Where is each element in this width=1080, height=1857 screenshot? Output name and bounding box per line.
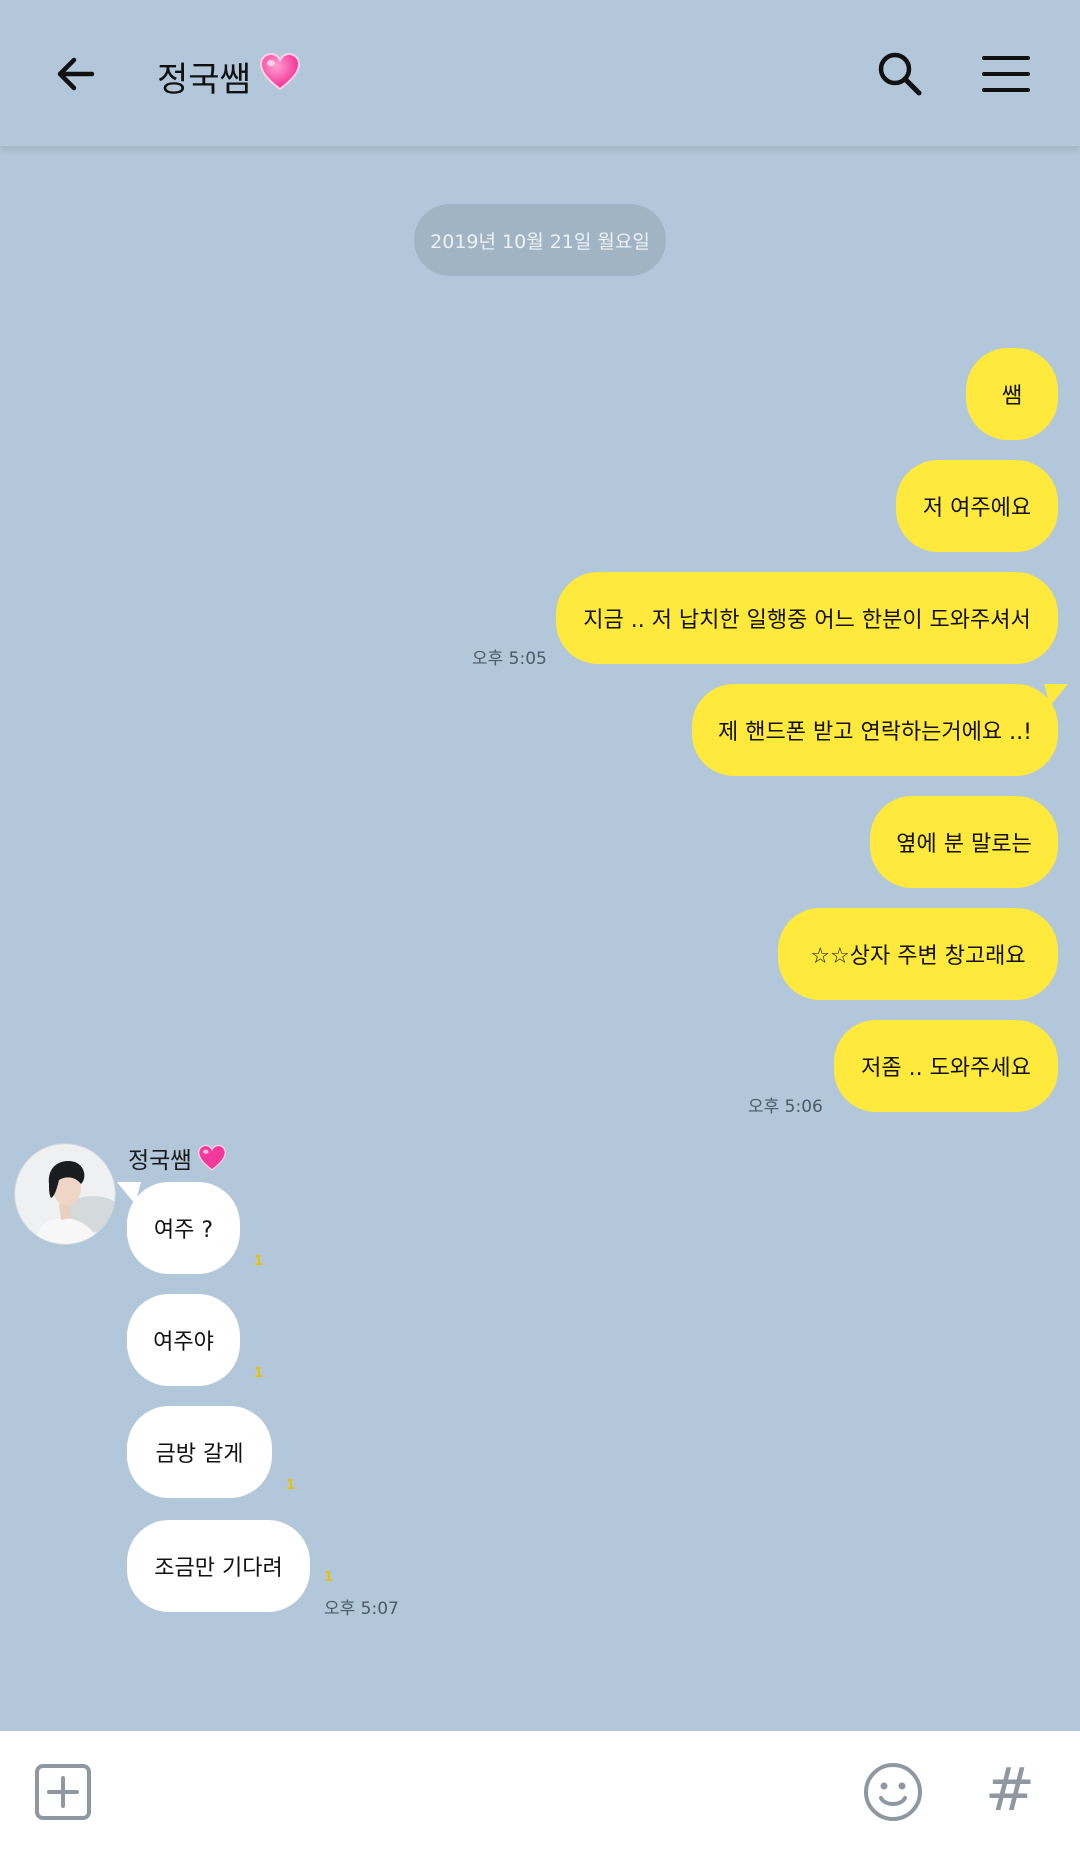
date-divider: 2019년 10월 21일 월요일	[414, 204, 666, 276]
my-message-bubble[interactable]: ☆☆상자 주변 창고래요	[778, 908, 1058, 1000]
emoji-button[interactable]	[862, 1761, 924, 1823]
heart-emoji-icon	[259, 52, 301, 101]
message-text: 제 핸드폰 받고 연락하는거에요 ..!	[718, 720, 1032, 745]
avatar[interactable]	[14, 1143, 116, 1245]
sender-name: 정국쌤	[128, 1140, 227, 1176]
message-text: 옆에 분 말로는	[896, 832, 1032, 857]
unread-count: 1	[254, 1366, 264, 1381]
my-message-bubble[interactable]: 쌤	[966, 348, 1058, 440]
chat-header: 정국쌤	[0, 0, 1080, 147]
bubble-tail	[1044, 684, 1068, 706]
message-text: 여주야	[153, 1330, 214, 1355]
plus-square-icon	[35, 1764, 91, 1820]
search-icon	[878, 52, 922, 96]
message-time: 오후 5:05	[472, 649, 547, 669]
back-button[interactable]	[46, 44, 106, 104]
message-text: 쌤	[1001, 384, 1023, 409]
message-text: 지금 .. 저 납치한 일행중 어느 한분이 도와주셔서	[583, 608, 1031, 633]
message-text: 저좀 .. 도와주세요	[861, 1056, 1031, 1081]
smiley-icon	[864, 1763, 922, 1821]
heart-emoji-icon	[198, 1144, 227, 1171]
my-message-bubble[interactable]: 저 여주에요	[896, 460, 1058, 552]
arrow-left-icon	[57, 57, 95, 91]
unread-count: 1	[254, 1254, 264, 1269]
my-message-bubble[interactable]: 지금 .. 저 납치한 일행중 어느 한분이 도와주셔서	[556, 572, 1058, 664]
message-text: ☆☆상자 주변 창고래요	[810, 944, 1026, 969]
their-message-bubble[interactable]: 여주 ?	[117, 1182, 240, 1274]
message-text: 여주 ?	[153, 1218, 214, 1243]
message-text: 금방 갈게	[155, 1442, 244, 1467]
message-text: 저 여주에요	[922, 496, 1032, 521]
message-time: 오후 5:06	[748, 1097, 823, 1117]
my-message-bubble[interactable]: 제 핸드폰 받고 연락하는거에요 ..!	[692, 684, 1068, 776]
their-message-bubble[interactable]: 여주야	[127, 1294, 240, 1386]
their-message-bubble[interactable]: 금방 갈게	[127, 1406, 272, 1498]
search-button[interactable]	[870, 44, 930, 104]
message-time: 오후 5:07	[324, 1599, 399, 1619]
unread-count: 1	[324, 1570, 334, 1585]
hamburger-menu-icon	[982, 56, 1030, 92]
my-message-bubble[interactable]: 저좀 .. 도와주세요	[834, 1020, 1058, 1112]
my-message-bubble[interactable]: 옆에 분 말로는	[870, 796, 1058, 888]
unread-count: 1	[286, 1478, 296, 1493]
sender-name-text: 정국쌤	[128, 1148, 192, 1174]
input-bar: #	[0, 1731, 1080, 1857]
attach-button[interactable]	[34, 1763, 92, 1821]
message-text: 조금만 기다려	[154, 1556, 283, 1581]
hash-icon: #	[984, 1755, 1036, 1825]
chat-title[interactable]: 정국쌤	[157, 48, 301, 104]
their-message-bubble[interactable]: 조금만 기다려	[127, 1520, 310, 1612]
menu-button[interactable]	[976, 44, 1036, 104]
chat-title-text: 정국쌤	[157, 59, 251, 100]
bubble-tail	[117, 1182, 141, 1204]
hash-button[interactable]: #	[984, 1755, 1036, 1825]
profile-photo	[15, 1144, 115, 1244]
